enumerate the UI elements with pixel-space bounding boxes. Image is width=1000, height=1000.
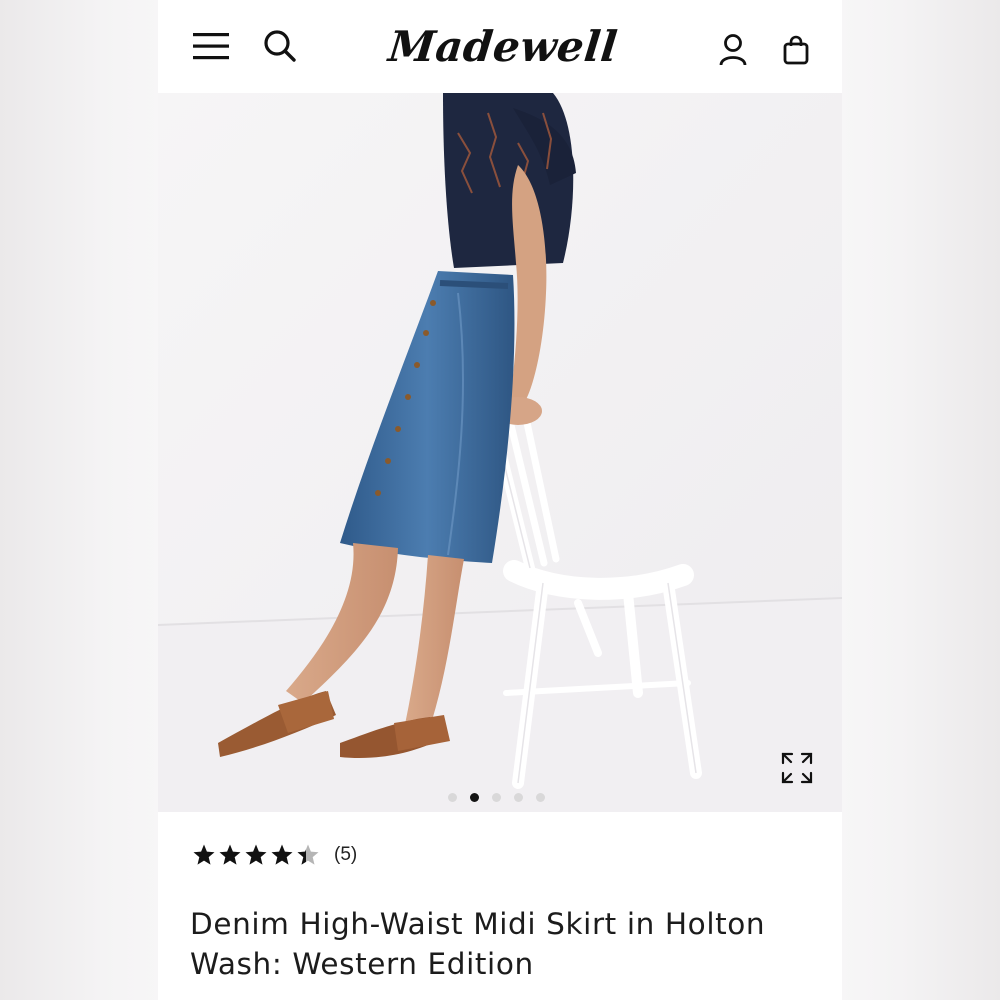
bag-icon[interactable] [782,34,810,66]
rating-stars [192,843,320,867]
brand-logo[interactable]: Madewell [375,14,632,80]
search-icon[interactable] [262,28,298,64]
gallery-dot-2[interactable] [470,793,479,802]
menu-icon[interactable] [192,30,230,62]
gallery-dot-5[interactable] [536,793,545,802]
star-icon [245,844,267,865]
gallery-dot-3[interactable] [492,793,501,802]
star-half-icon [297,844,319,865]
site-header: Madewell [158,0,842,93]
expand-icon[interactable] [780,751,814,785]
gallery-dot-4[interactable] [514,793,523,802]
product-title: Denim High-Waist Midi Skirt in Holton Wa… [190,907,766,981]
product-rating[interactable]: (5) [192,840,357,870]
gallery-pagination [448,793,545,803]
product-photo [158,93,842,812]
product-image-gallery[interactable] [158,93,842,812]
product-page: Madewell (5) Denim High-Waist Midi Skirt… [158,0,842,1000]
review-count[interactable]: (5) [334,844,357,866]
star-icon [219,844,241,865]
gallery-dot-1[interactable] [448,793,457,802]
account-icon[interactable] [718,33,748,67]
star-icon [193,844,215,865]
star-icon [271,844,293,865]
